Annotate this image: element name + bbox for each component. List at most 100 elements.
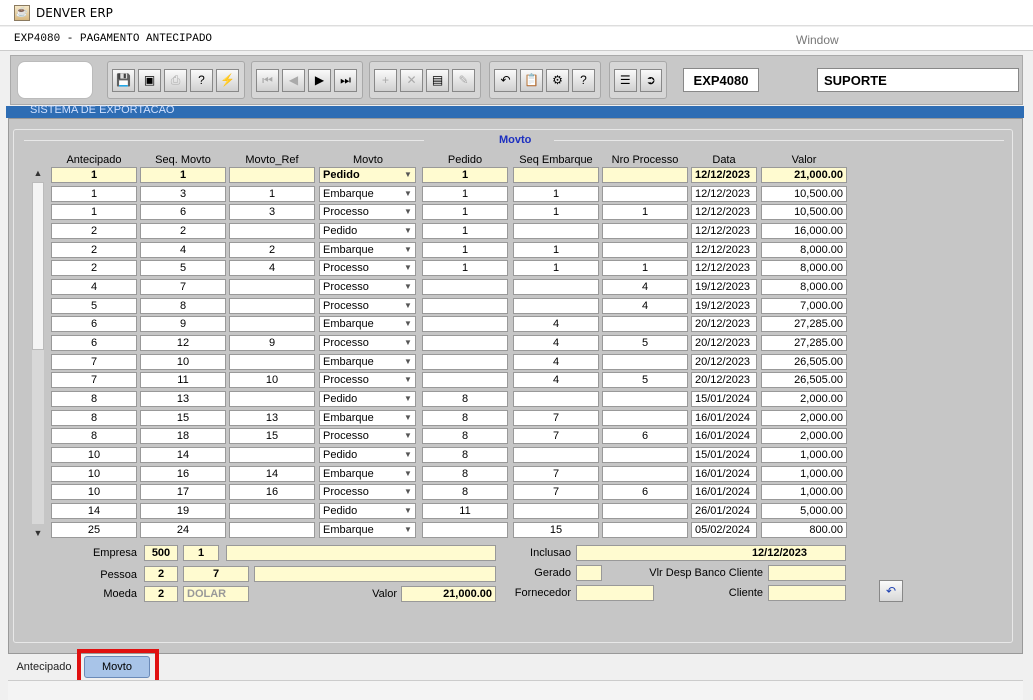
chevron-down-icon[interactable]: ▼	[403, 505, 413, 517]
cell-seq-movto[interactable]: 18	[140, 428, 226, 444]
cell-seq-movto[interactable]: 4	[140, 242, 226, 258]
exit-icon[interactable]: ➲	[639, 68, 662, 92]
cell-antecipado[interactable]: 7	[51, 354, 137, 370]
cell-valor[interactable]: 26,505.00	[761, 354, 847, 370]
cell-data[interactable]: 16/01/2024	[691, 410, 757, 426]
cell-seq-embarque[interactable]	[513, 223, 599, 239]
chevron-down-icon[interactable]: ▼	[403, 374, 413, 386]
cell-data[interactable]: 19/12/2023	[691, 298, 757, 314]
cell-seq-movto[interactable]: 24	[140, 522, 226, 538]
cell-data[interactable]: 20/12/2023	[691, 354, 757, 370]
cell-movto[interactable]: Pedido ▼	[319, 503, 416, 519]
cell-seq-movto[interactable]: 12	[140, 335, 226, 351]
cell-movto[interactable]: Processo ▼	[319, 260, 416, 276]
cell-nro-processo[interactable]: 1	[602, 204, 688, 220]
cell-seq-embarque[interactable]: 1	[513, 260, 599, 276]
window-icon[interactable]: ▣	[138, 68, 161, 92]
cell-pedido[interactable]: 1	[422, 242, 508, 258]
next-record-icon[interactable]: ▶	[308, 68, 331, 92]
cell-nro-processo[interactable]	[602, 503, 688, 519]
cell-antecipado[interactable]: 10	[51, 447, 137, 463]
cell-data[interactable]: 16/01/2024	[691, 428, 757, 444]
cell-nro-processo[interactable]: 5	[602, 335, 688, 351]
cell-seq-embarque[interactable]: 7	[513, 428, 599, 444]
cell-seq-embarque[interactable]: 15	[513, 522, 599, 538]
chevron-down-icon[interactable]: ▼	[403, 244, 413, 256]
cell-seq-movto[interactable]: 19	[140, 503, 226, 519]
cell-data[interactable]: 16/01/2024	[691, 466, 757, 482]
cell-movto[interactable]: Processo ▼	[319, 204, 416, 220]
cell-nro-processo[interactable]	[602, 466, 688, 482]
cell-data[interactable]: 15/01/2024	[691, 391, 757, 407]
chevron-down-icon[interactable]: ▼	[403, 318, 413, 330]
cell-data[interactable]: 26/01/2024	[691, 503, 757, 519]
cell-data[interactable]: 12/12/2023	[691, 223, 757, 239]
cell-movto[interactable]: Embarque ▼	[319, 466, 416, 482]
cell-nro-processo[interactable]: 5	[602, 372, 688, 388]
cell-pedido[interactable]: 8	[422, 428, 508, 444]
cell-movto-ref[interactable]: 15	[229, 428, 315, 444]
cell-seq-movto[interactable]: 7	[140, 279, 226, 295]
settings-icon[interactable]: ⚙	[546, 68, 569, 92]
cell-movto-ref[interactable]: 2	[229, 242, 315, 258]
cell-valor[interactable]: 1,000.00	[761, 484, 847, 500]
cell-valor[interactable]: 1,000.00	[761, 466, 847, 482]
cell-seq-movto[interactable]: 8	[140, 298, 226, 314]
cell-antecipado[interactable]: 8	[51, 410, 137, 426]
chevron-down-icon[interactable]: ▼	[403, 524, 413, 536]
chevron-down-icon[interactable]: ▼	[403, 393, 413, 405]
chevron-down-icon[interactable]: ▼	[403, 262, 413, 274]
cell-valor[interactable]: 26,505.00	[761, 372, 847, 388]
cell-movto[interactable]: Processo ▼	[319, 428, 416, 444]
cell-valor[interactable]: 8,000.00	[761, 279, 847, 295]
cell-seq-embarque[interactable]: 1	[513, 242, 599, 258]
cell-seq-embarque[interactable]: 4	[513, 354, 599, 370]
cell-antecipado[interactable]: 8	[51, 391, 137, 407]
cell-seq-embarque[interactable]: 4	[513, 335, 599, 351]
cell-movto[interactable]: Pedido ▼	[319, 391, 416, 407]
execute-query-icon[interactable]: ⚡	[216, 68, 239, 92]
cell-pedido[interactable]	[422, 298, 508, 314]
cell-movto[interactable]: Processo ▼	[319, 372, 416, 388]
cell-nro-processo[interactable]	[602, 167, 688, 183]
cell-movto[interactable]: Processo ▼	[319, 484, 416, 500]
cell-seq-movto[interactable]: 1	[140, 167, 226, 183]
cell-seq-embarque[interactable]	[513, 279, 599, 295]
clipboard-icon[interactable]: 📋	[520, 68, 543, 92]
cell-movto-ref[interactable]	[229, 447, 315, 463]
cell-pedido[interactable]	[422, 354, 508, 370]
cell-nro-processo[interactable]: 6	[602, 484, 688, 500]
cell-nro-processo[interactable]: 1	[602, 260, 688, 276]
cell-data[interactable]: 12/12/2023	[691, 186, 757, 202]
cell-valor[interactable]: 21,000.00	[761, 167, 847, 183]
cell-movto-ref[interactable]: 10	[229, 372, 315, 388]
cell-valor[interactable]: 800.00	[761, 522, 847, 538]
cell-antecipado[interactable]: 1	[51, 204, 137, 220]
chevron-down-icon[interactable]: ▼	[403, 188, 413, 200]
cell-movto[interactable]: Embarque ▼	[319, 410, 416, 426]
chevron-down-icon[interactable]: ▼	[403, 300, 413, 312]
cell-movto[interactable]: Embarque ▼	[319, 186, 416, 202]
cell-valor[interactable]: 8,000.00	[761, 242, 847, 258]
cell-movto[interactable]: Processo ▼	[319, 298, 416, 314]
cell-movto[interactable]: Embarque ▼	[319, 316, 416, 332]
cell-pedido[interactable]: 1	[422, 186, 508, 202]
cell-nro-processo[interactable]	[602, 223, 688, 239]
cell-movto[interactable]: Embarque ▼	[319, 242, 416, 258]
cell-data[interactable]: 05/02/2024	[691, 522, 757, 538]
chevron-down-icon[interactable]: ▼	[403, 486, 413, 498]
cell-data[interactable]: 20/12/2023	[691, 335, 757, 351]
cell-valor[interactable]: 10,500.00	[761, 186, 847, 202]
cell-data[interactable]: 20/12/2023	[691, 372, 757, 388]
cliente-field[interactable]	[768, 585, 846, 601]
cell-seq-movto[interactable]: 3	[140, 186, 226, 202]
cell-movto[interactable]: Pedido ▼	[319, 447, 416, 463]
cell-antecipado[interactable]: 2	[51, 260, 137, 276]
empresa-name-field[interactable]	[226, 545, 496, 561]
chevron-down-icon[interactable]: ▼	[403, 356, 413, 368]
cell-nro-processo[interactable]: 4	[602, 298, 688, 314]
cell-valor[interactable]: 7,000.00	[761, 298, 847, 314]
cell-seq-embarque[interactable]: 4	[513, 372, 599, 388]
cell-pedido[interactable]: 8	[422, 410, 508, 426]
cell-data[interactable]: 12/12/2023	[691, 204, 757, 220]
